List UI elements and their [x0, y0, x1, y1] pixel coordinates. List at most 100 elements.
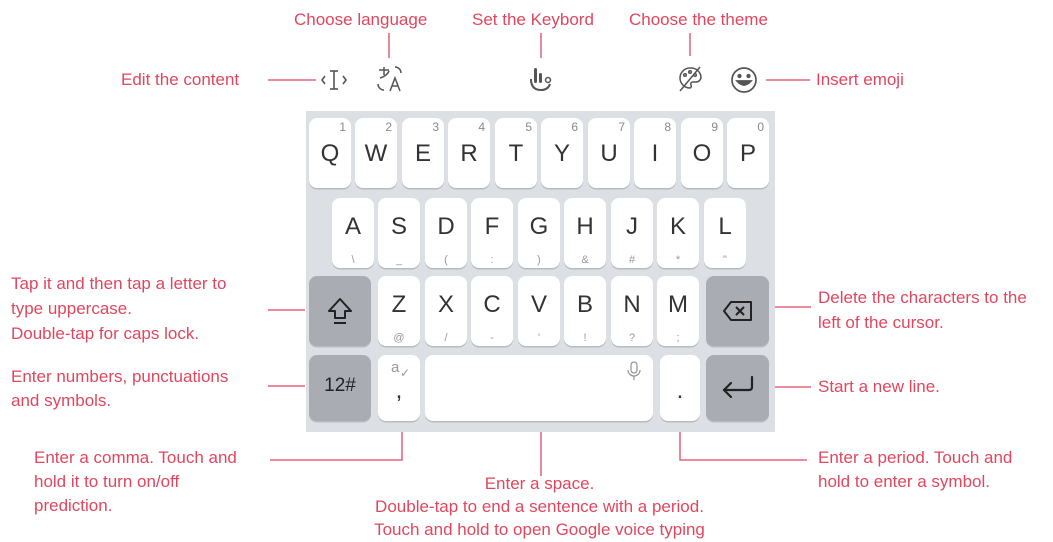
key-r[interactable]: 4R [448, 118, 490, 188]
key-t[interactable]: 5T [495, 118, 537, 188]
shift-key[interactable] [309, 276, 371, 346]
period-key[interactable]: . [660, 355, 700, 421]
microphone-icon [627, 361, 641, 380]
comma-note-line1: Enter a comma. Touch and [34, 448, 237, 467]
key-b[interactable]: B! [564, 276, 606, 346]
choose-theme-label: Choose the theme [629, 10, 768, 29]
key-hint: 7 [618, 120, 625, 134]
key-symbol: & [581, 254, 589, 266]
key-v[interactable]: V ' [518, 276, 560, 346]
numbers-symbols-key[interactable]: 12# [309, 355, 371, 421]
key-label: Y [553, 140, 570, 167]
key-e[interactable]: 3E [402, 118, 444, 188]
key-symbol: ( [444, 254, 448, 266]
edit-content-label: Edit the content [121, 70, 240, 89]
key-symbol: * [675, 254, 681, 266]
comma-key[interactable]: a ✓ , [378, 355, 420, 421]
space-key[interactable] [425, 355, 653, 421]
text-cursor-icon[interactable] [318, 66, 350, 94]
key-symbol: " [723, 254, 727, 266]
key-z[interactable]: Z @ [378, 276, 420, 346]
key-label: E [414, 140, 431, 167]
key-symbol: ? [628, 332, 636, 344]
key-q[interactable]: 1Q [309, 118, 351, 188]
key-symbol: \ [351, 254, 355, 266]
key-h[interactable]: H & [564, 198, 606, 268]
key-label: . [676, 377, 684, 404]
key-label: F [484, 213, 500, 240]
key-symbol: # [628, 254, 636, 266]
space-note-line3: Touch and hold to open Google voice typi… [374, 520, 705, 539]
key-label: 12# [324, 375, 356, 396]
enter-icon [722, 375, 754, 399]
key-symbol: / [444, 332, 448, 344]
key-label: I [651, 140, 659, 167]
key-hint: 6 [571, 120, 578, 134]
key-hint: 4 [478, 120, 485, 134]
key-symbol: ; [676, 332, 680, 344]
key-symbol: ! [583, 332, 587, 344]
key-s[interactable]: S _ [378, 198, 420, 268]
period-note-line2: hold to enter a symbol. [818, 472, 990, 491]
key-symbol: : [490, 254, 494, 266]
enter-key[interactable] [706, 355, 769, 421]
key-symbol: - [490, 332, 494, 344]
key-label: O [692, 140, 712, 167]
shift-note-line1: Tap it and then tap a letter to [11, 274, 227, 293]
key-u[interactable]: 7U [588, 118, 630, 188]
key-x[interactable]: X / [425, 276, 467, 346]
keyboard-settings-icon[interactable] [526, 63, 556, 95]
key-m[interactable]: M; [657, 276, 699, 346]
key-label: Q [320, 140, 340, 167]
key-label: B [576, 291, 593, 318]
key-i[interactable]: 8I [634, 118, 676, 188]
key-label: D [437, 213, 455, 240]
delete-note-line1: Delete the characters to the [818, 288, 1027, 307]
key-symbol: @ [393, 332, 405, 344]
backspace-icon [723, 301, 752, 321]
key-label: G [529, 213, 549, 240]
insert-emoji-label: Insert emoji [816, 70, 904, 89]
key-label: T [508, 140, 524, 167]
palette-icon[interactable] [675, 63, 705, 95]
key-hint: 1 [339, 120, 346, 134]
key-k[interactable]: K * [657, 198, 699, 268]
key-j[interactable]: J # [611, 198, 653, 268]
backspace-key[interactable] [706, 276, 769, 346]
key-label: , [395, 377, 403, 404]
key-c[interactable]: C- [471, 276, 513, 346]
key-f[interactable]: F: [471, 198, 513, 268]
key-label: P [739, 140, 756, 167]
key-label: H [576, 213, 594, 240]
key-hint: 0 [757, 120, 764, 134]
key-o[interactable]: 9O [681, 118, 723, 188]
translate-icon[interactable] [374, 63, 406, 95]
newline-note: Start a new line. [818, 377, 940, 396]
keyboard: 1Q 2W 3E 4R 5T 6Y 7U 8I 9O 0P A \ S _ D( F… [306, 111, 775, 432]
shift-note-line3: Double-tap for caps lock. [11, 324, 200, 343]
prediction-hint: a [391, 359, 400, 376]
key-label: U [600, 140, 618, 167]
shift-note-line2: type uppercase. [11, 299, 132, 318]
key-symbol: ) [537, 254, 541, 266]
key-label: V [530, 291, 547, 318]
key-hint: 9 [711, 120, 718, 134]
emoji-icon[interactable] [728, 64, 760, 96]
key-label: Z [391, 291, 407, 318]
key-label: N [623, 291, 641, 318]
key-l[interactable]: L " [704, 198, 746, 268]
key-label: A [344, 213, 361, 240]
key-symbol: ' [537, 332, 541, 344]
shift-icon [328, 298, 352, 324]
key-a[interactable]: A \ [332, 198, 374, 268]
key-p[interactable]: 0P [727, 118, 769, 188]
key-d[interactable]: D( [425, 198, 467, 268]
key-g[interactable]: G) [518, 198, 560, 268]
key-y[interactable]: 6Y [541, 118, 583, 188]
key-n[interactable]: N? [611, 276, 653, 346]
key-label: R [460, 140, 478, 167]
key-hint: 5 [525, 120, 532, 134]
key-hint: 8 [664, 120, 671, 134]
key-w[interactable]: 2W [355, 118, 397, 188]
key-label: W [364, 140, 388, 167]
